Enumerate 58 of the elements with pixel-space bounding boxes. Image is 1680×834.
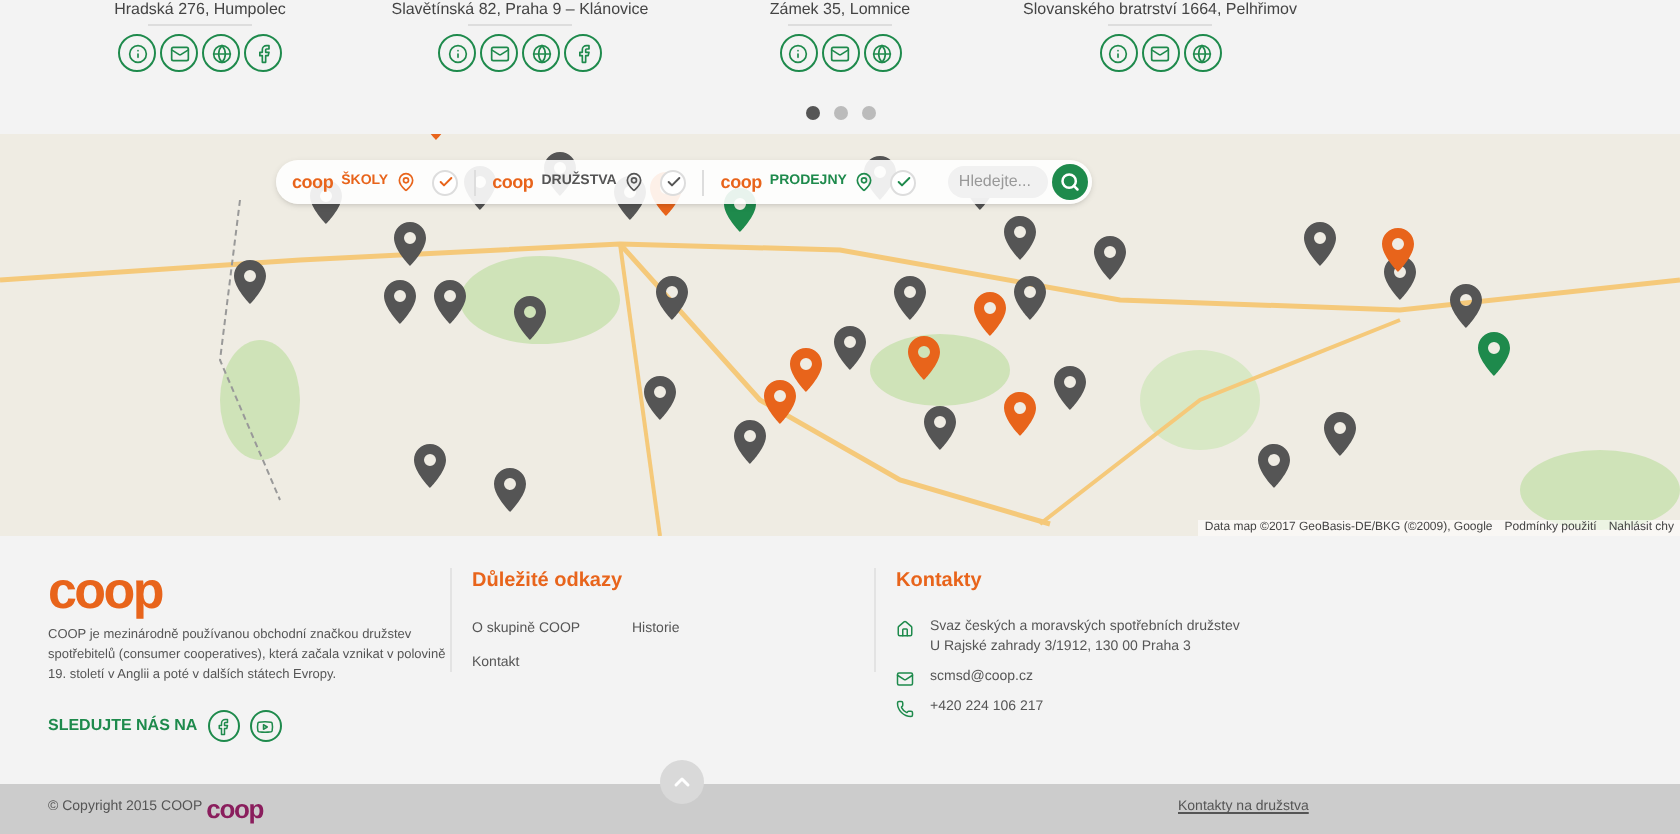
facebook-button[interactable] [244,34,282,72]
email-button[interactable] [821,34,859,72]
search-field[interactable]: Hledejte... [948,166,1048,198]
globe-icon [531,43,551,63]
facebook-button[interactable] [564,34,602,72]
email-button[interactable] [160,34,198,72]
map-pin-icon [854,172,875,192]
info-icon [1108,43,1128,63]
mail-icon [489,43,509,63]
info-button[interactable] [779,34,817,72]
map-pin-icon [396,172,417,192]
web-button[interactable] [522,34,560,72]
facebook-icon [214,717,233,735]
facebook-icon [573,43,593,63]
email-button[interactable] [1141,34,1179,72]
phone-icon [896,700,914,718]
contacts-title: Kontakty [896,568,984,596]
check-icon [665,174,682,190]
mail-icon [830,43,850,63]
info-button[interactable] [118,34,156,72]
house-icon [896,620,914,638]
facebook-icon [253,43,273,63]
web-button[interactable] [202,34,240,72]
info-icon [127,43,147,63]
search-icon [1060,172,1080,192]
globe-icon [1192,43,1212,63]
coop-logo: coop [492,173,534,191]
search-button[interactable] [1052,164,1088,200]
links-title: Důležité odkazy [472,568,625,596]
store-address: Slavětínská 82, Praha 9 – Klánovice [391,0,649,20]
filter-checkbox[interactable] [660,169,687,195]
globe-icon [211,43,231,63]
youtube-icon [256,717,275,735]
follow-label: SLEDUJTE NÁS NA [48,714,198,738]
mail-icon [169,43,189,63]
info-button[interactable] [438,34,476,72]
coop-logo: coop [720,173,762,191]
coop-logo: coop [206,796,264,822]
mail-icon [1150,43,1170,63]
youtube-button[interactable] [249,710,282,742]
check-icon [437,174,454,190]
check-icon [895,174,912,190]
filter-checkbox[interactable] [432,169,459,195]
coop-logo: coop [292,173,334,191]
info-button[interactable] [1099,34,1137,72]
web-button[interactable] [863,34,901,72]
map-pin-icon [624,172,645,192]
globe-icon [872,43,892,63]
filter-checkbox[interactable] [890,169,917,195]
store-address: Slovanského bratrství 1664, Pelhřimov [1023,0,1297,20]
email-button[interactable] [480,34,518,72]
store-address: Zámek 35, Lomnice [769,0,911,20]
facebook-button[interactable] [207,710,240,742]
info-icon [447,43,467,63]
info-icon [788,43,808,63]
web-button[interactable] [1183,34,1221,72]
store-address: Hradská 276, Humpolec [114,0,286,20]
mail-icon [896,670,914,688]
